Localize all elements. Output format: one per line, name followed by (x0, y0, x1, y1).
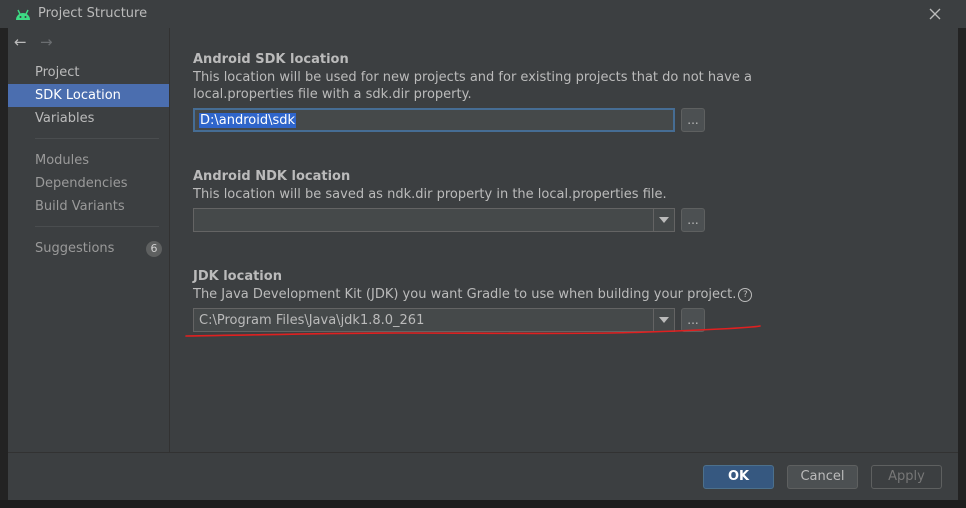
forward-arrow-icon[interactable]: → (40, 34, 53, 50)
sidebar-separator (35, 226, 159, 227)
sdk-location-input[interactable]: D:\android\sdk (193, 108, 675, 132)
sdk-path-value: D:\android\sdk (199, 113, 297, 128)
sdk-section-description: This location will be used for new proje… (193, 70, 752, 85)
ndk-section-title: Android NDK location (193, 169, 351, 184)
sidebar-item-variables[interactable]: Variables (8, 107, 169, 130)
sdk-browse-button[interactable]: ... (681, 108, 705, 132)
sidebar-item-dependencies[interactable]: Dependencies (8, 172, 169, 195)
close-icon (929, 8, 941, 20)
jdk-dropdown-button[interactable] (653, 309, 674, 331)
chevron-down-icon (659, 217, 669, 223)
jdk-location-combobox[interactable]: C:\Program Files\Java\jdk1.8.0_261 (193, 308, 675, 332)
sdk-section-title: Android SDK location (193, 52, 349, 67)
title-bar: Project Structure (0, 0, 966, 28)
sidebar-item-label: Suggestions (35, 241, 115, 256)
sidebar-item-modules[interactable]: Modules (8, 149, 169, 172)
apply-button: Apply (871, 465, 942, 489)
help-icon[interactable]: ? (738, 288, 753, 302)
sidebar: ← → Project SDK Location Variables Modul… (8, 28, 170, 452)
sdk-section-description: local.properties file with a sdk.dir pro… (193, 87, 472, 102)
chevron-down-icon (659, 317, 669, 323)
jdk-section-title: JDK location (193, 269, 282, 284)
background-strip (0, 500, 966, 508)
ndk-dropdown-button[interactable] (653, 209, 674, 231)
cancel-button[interactable]: Cancel (787, 465, 858, 489)
sidebar-item-sdk-location[interactable]: SDK Location (8, 84, 169, 107)
background-edge (958, 28, 966, 508)
sidebar-item-build-variants[interactable]: Build Variants (8, 195, 169, 218)
sdk-location-panel: Android SDK location This location will … (170, 28, 958, 452)
background-edge (0, 28, 8, 508)
ok-button[interactable]: OK (703, 465, 774, 489)
suggestions-count-badge: 6 (146, 241, 162, 257)
sidebar-item-project[interactable]: Project (8, 61, 169, 84)
sidebar-separator (35, 138, 159, 139)
close-button[interactable] (924, 4, 946, 24)
ndk-location-combobox[interactable] (193, 208, 675, 232)
sidebar-item-suggestions[interactable]: Suggestions 6 (8, 237, 169, 260)
window-title: Project Structure (38, 6, 148, 21)
jdk-section-description: The Java Development Kit (JDK) you want … (193, 286, 753, 303)
ndk-section-description: This location will be saved as ndk.dir p… (193, 187, 667, 202)
ndk-browse-button[interactable]: ... (681, 208, 705, 232)
dialog-footer: OK Cancel Apply (8, 452, 958, 501)
android-icon (16, 9, 30, 20)
jdk-path-value: C:\Program Files\Java\jdk1.8.0_261 (199, 313, 425, 328)
jdk-browse-button[interactable]: ... (681, 308, 705, 332)
back-arrow-icon[interactable]: ← (14, 34, 27, 50)
